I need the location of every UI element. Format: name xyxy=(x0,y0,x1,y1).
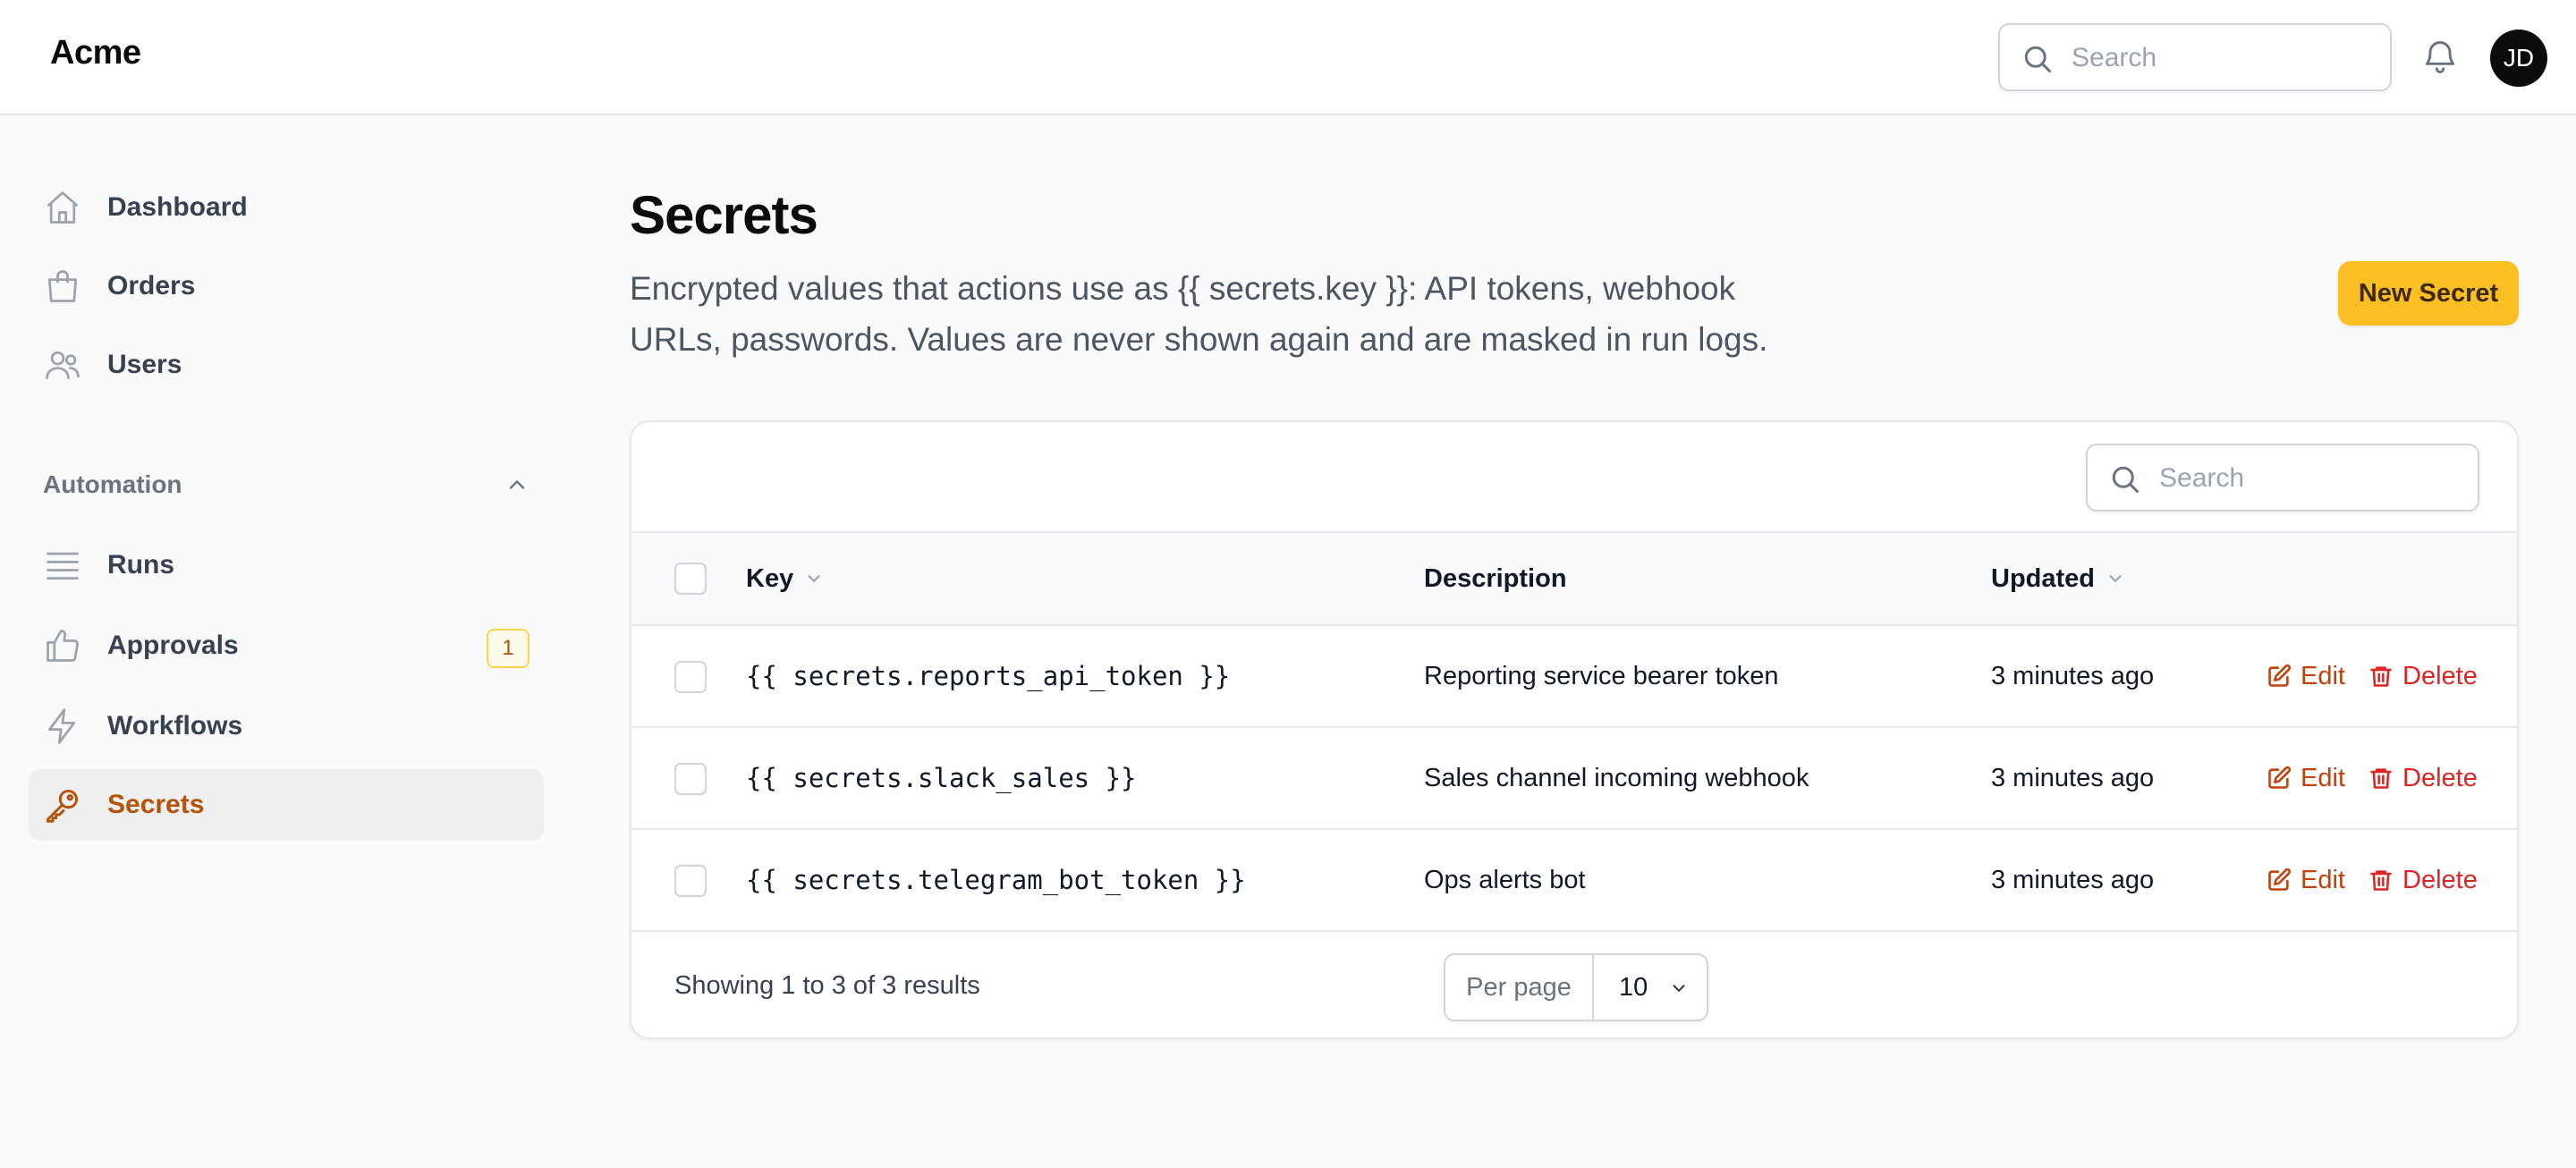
row-checkbox[interactable] xyxy=(674,865,707,897)
sidebar-item-label: Workflows xyxy=(107,711,243,741)
list-icon xyxy=(43,546,82,585)
sidebar-item-label: Orders xyxy=(107,271,196,300)
results-summary: Showing 1 to 3 of 3 results xyxy=(674,971,980,1000)
table-row: {{ secrets.reports_api_token }} Reportin… xyxy=(631,626,2517,728)
sidebar: Dashboard Orders Users Automation Runs A… xyxy=(0,116,572,1168)
edit-button[interactable]: Edit xyxy=(2267,728,2352,828)
approvals-count-badge: 1 xyxy=(487,629,530,668)
edit-button[interactable]: Edit xyxy=(2267,830,2352,930)
shopping-bag-icon xyxy=(43,267,82,306)
sidebar-item-label: Approvals xyxy=(107,631,239,660)
edit-label: Edit xyxy=(2301,866,2345,894)
key-icon xyxy=(43,785,82,825)
delete-button[interactable]: Delete xyxy=(2368,626,2494,726)
sidebar-item-label: Runs xyxy=(107,550,174,580)
thumbs-up-icon xyxy=(43,626,82,665)
secret-updated: 3 minutes ago xyxy=(1991,764,2155,792)
sidebar-item-workflows[interactable]: Workflows xyxy=(29,690,544,762)
sidebar-group-label: Automation xyxy=(43,470,182,498)
trash-icon xyxy=(2368,766,2394,791)
secret-description: Reporting service bearer token xyxy=(1424,662,1779,690)
chevron-down-icon xyxy=(2106,569,2125,588)
column-header-key[interactable]: Key xyxy=(746,533,820,624)
chevron-up-icon xyxy=(504,472,530,497)
secret-key: {{ secrets.slack_sales }} xyxy=(746,763,1137,793)
secret-updated: 3 minutes ago xyxy=(1991,866,2155,894)
global-search-input[interactable] xyxy=(2072,34,2376,82)
per-page-select[interactable]: Per page 10 xyxy=(1444,953,1708,1021)
bell-icon[interactable] xyxy=(2420,38,2460,77)
column-header-description: Description xyxy=(1424,564,1567,593)
page-title: Secrets xyxy=(630,185,818,245)
global-search[interactable] xyxy=(1998,23,2392,91)
page-description: Encrypted values that actions use as {{ … xyxy=(630,270,1768,358)
table-row: {{ secrets.slack_sales }} Sales channel … xyxy=(631,728,2517,830)
bolt-icon xyxy=(43,707,82,746)
trash-icon xyxy=(2368,868,2394,893)
sidebar-item-secrets[interactable]: Secrets xyxy=(29,769,544,841)
column-header-updated[interactable]: Updated xyxy=(1991,533,2122,624)
edit-label: Edit xyxy=(2301,764,2345,792)
row-checkbox[interactable] xyxy=(674,661,707,693)
new-secret-button[interactable]: New Secret xyxy=(2338,261,2519,326)
secret-key: {{ secrets.telegram_bot_token }} xyxy=(746,865,1246,895)
edit-icon xyxy=(2267,664,2292,689)
table-row: {{ secrets.telegram_bot_token }} Ops ale… xyxy=(631,830,2517,932)
secret-description: Sales channel incoming webhook xyxy=(1424,764,1809,792)
top-bar: Acme JD xyxy=(0,0,2576,115)
sidebar-item-approvals[interactable]: Approvals 1 xyxy=(29,610,544,681)
delete-label: Delete xyxy=(2402,866,2478,894)
delete-label: Delete xyxy=(2402,764,2478,792)
sidebar-item-runs[interactable]: Runs xyxy=(29,529,544,601)
table-header: Key Description Updated xyxy=(631,531,2517,626)
secret-description: Ops alerts bot xyxy=(1424,866,1586,894)
row-checkbox[interactable] xyxy=(674,763,707,795)
table-search[interactable] xyxy=(2086,444,2479,512)
column-header-label: Key xyxy=(746,564,794,593)
per-page-label: Per page xyxy=(1445,955,1594,1020)
table-footer: Showing 1 to 3 of 3 results Per page 10 xyxy=(631,932,2517,1037)
sidebar-item-orders[interactable]: Orders xyxy=(29,250,544,322)
automation-group-toggle[interactable]: Automation xyxy=(43,460,530,510)
sidebar-item-users[interactable]: Users xyxy=(29,329,544,401)
secrets-table-card: Key Description Updated {{ secrets.repor… xyxy=(630,420,2519,1039)
edit-icon xyxy=(2267,868,2292,893)
secret-key: {{ secrets.reports_api_token }} xyxy=(746,661,1231,691)
edit-label: Edit xyxy=(2301,662,2345,690)
avatar[interactable]: JD xyxy=(2490,30,2547,87)
users-icon xyxy=(43,345,82,385)
per-page-value: 10 xyxy=(1619,973,1648,1002)
trash-icon xyxy=(2368,664,2394,689)
edit-button[interactable]: Edit xyxy=(2267,626,2352,726)
sidebar-item-label: Secrets xyxy=(107,790,205,819)
search-icon xyxy=(2109,463,2141,495)
sidebar-item-dashboard[interactable]: Dashboard xyxy=(29,172,544,243)
search-icon xyxy=(2021,43,2054,75)
delete-button[interactable]: Delete xyxy=(2368,830,2494,930)
delete-label: Delete xyxy=(2402,662,2478,690)
sidebar-item-label: Users xyxy=(107,350,182,379)
home-icon xyxy=(43,188,82,227)
chevron-down-icon xyxy=(804,569,824,588)
table-search-input[interactable] xyxy=(2159,454,2463,503)
brand-logo[interactable]: Acme xyxy=(50,34,141,72)
sidebar-item-label: Dashboard xyxy=(107,192,248,222)
delete-button[interactable]: Delete xyxy=(2368,728,2494,828)
column-header-label: Updated xyxy=(1991,564,2095,593)
secret-updated: 3 minutes ago xyxy=(1991,662,2155,690)
chevron-down-icon xyxy=(1669,978,1689,998)
select-all-checkbox[interactable] xyxy=(674,563,707,595)
edit-icon xyxy=(2267,766,2292,791)
